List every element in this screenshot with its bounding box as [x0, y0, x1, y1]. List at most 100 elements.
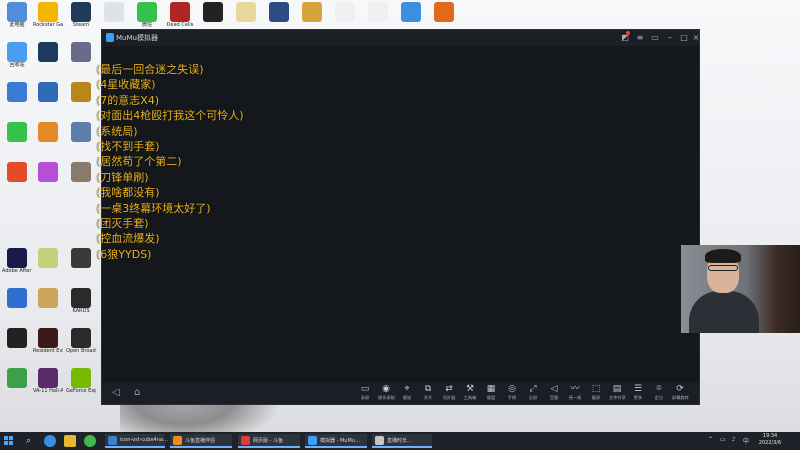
desktop-shortcut-label: Open Broadcaster	[66, 348, 96, 354]
back-icon[interactable]: ◁	[112, 387, 120, 398]
pinned-app-icon[interactable]	[84, 435, 96, 447]
desktop-shortcut[interactable]	[33, 122, 63, 142]
toolbar-shake-button[interactable]: 〰摇一摇	[567, 384, 583, 401]
streamer-hair	[705, 249, 741, 263]
app-shortcut-icon	[7, 42, 27, 62]
app-shortcut-icon	[104, 2, 124, 22]
desktop-shortcut[interactable]	[66, 122, 96, 142]
desktop-shortcut[interactable]: Rockstar Games	[33, 2, 63, 28]
desktop-shortcut[interactable]	[33, 162, 63, 182]
app-shortcut-icon	[38, 288, 58, 308]
desktop-shortcut[interactable]	[66, 42, 96, 62]
clock-time: 19:34	[762, 433, 778, 439]
desktop-shortcut[interactable]	[2, 82, 32, 102]
desktop-shortcut[interactable]	[99, 2, 129, 22]
desktop-shortcut[interactable]: Steam	[66, 2, 96, 28]
danmaku-line: (刀锋单刷)	[96, 170, 149, 184]
desktop-shortcut[interactable]	[33, 42, 63, 62]
app-shortcut-icon	[7, 2, 27, 22]
desktop-shortcut[interactable]	[264, 2, 294, 22]
app-shortcut-icon	[38, 162, 58, 182]
emulator-titlebar[interactable]: MuMu模拟器 ◩ ≡ ▭ – □ ×	[102, 30, 699, 46]
desktop-shortcut[interactable]: Dead Cells	[165, 2, 195, 28]
desktop-shortcut[interactable]: Resident Evil	[33, 328, 63, 354]
desktop-shortcut[interactable]	[2, 368, 32, 388]
desktop-shortcut[interactable]	[429, 2, 459, 22]
toolbar-more-button[interactable]: ☰ 更多	[630, 384, 646, 401]
network-icon[interactable]: ▭	[720, 436, 726, 443]
desktop-shortcut[interactable]: Open Broadcaster	[66, 328, 96, 354]
task-app-icon	[375, 436, 384, 445]
desktop-shortcut[interactable]: Adobe After Effects	[2, 248, 32, 274]
desktop-shortcut[interactable]: VA-11 Hall-A	[33, 368, 63, 394]
desktop-shortcut-label: 此电脑	[9, 22, 25, 28]
desktop-shortcut[interactable]	[297, 2, 327, 22]
taskbar-clock[interactable]: 19:34 2022/3/6	[752, 433, 788, 447]
volume-tray-icon[interactable]: ♪	[732, 436, 736, 443]
desktop-shortcut[interactable]: GeForce Experience	[66, 368, 96, 394]
desktop-shortcut[interactable]: KARDS	[66, 288, 96, 314]
taskbar-task[interactable]: 斗鱼直播伴侣	[170, 434, 232, 448]
toolbar-location-button[interactable]: ⌾ 定位	[651, 384, 667, 401]
taskbar-task[interactable]: 网页版 - 斗鱼	[238, 434, 300, 448]
minimize-icon[interactable]: –	[665, 32, 675, 43]
toolbar-keymap-button[interactable]: ⌖ 键鼠	[399, 384, 415, 401]
macro-icon: ◉	[382, 384, 390, 394]
desktop-shortcut[interactable]	[330, 2, 360, 22]
desktop-shortcut[interactable]	[396, 2, 426, 22]
toolbar-sync-button[interactable]: ⇄ 同步器	[441, 384, 457, 401]
danmaku-line: (一桌3终幕环境太好了)	[96, 201, 211, 215]
desktop-shortcut[interactable]	[198, 2, 228, 22]
file-explorer-icon[interactable]	[64, 435, 76, 447]
desktop-shortcut-label: KARDS	[72, 308, 90, 314]
ime-icon[interactable]: 中	[743, 436, 749, 445]
toolbar-keyboard-button[interactable]: ▦ 键盘	[483, 384, 499, 401]
desktop-shortcut[interactable]	[2, 328, 32, 348]
toolbar-label: 同步器	[442, 395, 456, 400]
toolbar-label: 操作录制	[378, 395, 395, 400]
toolbar-macro-button[interactable]: ◉ 操作录制	[378, 384, 395, 401]
desktop-shortcut[interactable]: 微信	[132, 2, 162, 28]
desktop-shortcut[interactable]	[2, 288, 32, 308]
desktop-shortcut[interactable]: 回收站	[2, 42, 32, 68]
toolbar-multi-button[interactable]: ⧉ 多开	[420, 384, 436, 401]
edge-browser-icon[interactable]	[44, 435, 56, 447]
desktop-shortcut[interactable]	[33, 82, 63, 102]
taskbar-task[interactable]: 直播时长…	[372, 434, 432, 448]
desktop-shortcut[interactable]: 此电脑	[2, 2, 32, 28]
rotate-icon: ⟳	[676, 384, 684, 394]
menu-icon[interactable]: ≡	[635, 32, 645, 43]
desktop-shortcut[interactable]	[66, 82, 96, 102]
home-icon[interactable]: ⌂	[134, 387, 140, 398]
taskbar-task[interactable]: icon-vst-cube4na…	[105, 434, 168, 448]
tray-expand-icon[interactable]: ⌃	[708, 436, 713, 443]
search-icon[interactable]: ⌕	[26, 435, 38, 447]
notification-icon[interactable]: ◩	[620, 31, 630, 43]
desktop-shortcut[interactable]	[66, 162, 96, 182]
desktop-shortcut[interactable]	[2, 162, 32, 182]
desktop-shortcut[interactable]	[231, 2, 261, 22]
maximize-icon[interactable]: □	[679, 32, 689, 43]
close-icon[interactable]: ×	[691, 32, 701, 43]
desktop-shortcut[interactable]	[2, 122, 32, 142]
desktop-shortcut[interactable]	[363, 2, 393, 22]
desktop-shortcut[interactable]	[33, 248, 63, 268]
toolbar-volume-button[interactable]: ◁ 音量	[546, 384, 562, 401]
window-mode-icon[interactable]: ▭	[650, 32, 660, 43]
toolbar-fullscreen-button[interactable]: ⤢ 全屏	[525, 384, 541, 401]
toolbar-folder-button[interactable]: ▤ 文件共享	[609, 384, 626, 401]
app-shortcut-icon	[7, 328, 27, 348]
toolbar-tools-button[interactable]: ⚒ 工具箱	[462, 384, 478, 401]
toolbar-label: 音量	[549, 395, 559, 400]
toolbar-video-button[interactable]: ▭ 录屏	[357, 384, 373, 401]
windows-start-icon[interactable]	[4, 436, 14, 446]
desktop-shortcut-label: Dead Cells	[166, 22, 194, 28]
toolbar-screenshot-button[interactable]: ⬚ 截屏	[588, 384, 604, 401]
toolbar-gamepad-button[interactable]: ◎ 手柄	[504, 384, 520, 401]
gamepad-icon: ◎	[508, 384, 516, 394]
toolbar-rotate-button[interactable]: ⟳ 屏幕旋转	[672, 384, 689, 401]
desktop-shortcut[interactable]	[33, 288, 63, 308]
taskbar-task[interactable]: 模拟器 - MuMu…	[305, 434, 367, 448]
desktop-shortcut[interactable]	[66, 248, 96, 268]
toolbar-label: 更多	[633, 395, 643, 400]
